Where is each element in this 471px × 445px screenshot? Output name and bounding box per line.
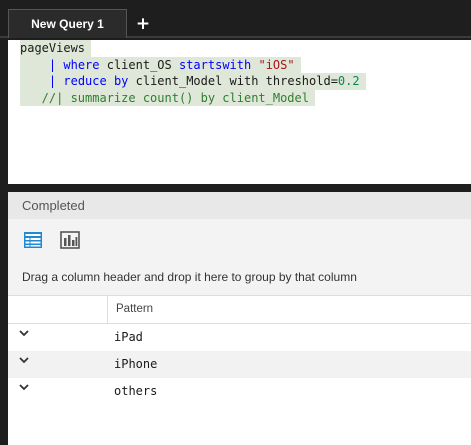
code-line[interactable]: | where client_OS startswith "iOS": [20, 56, 301, 73]
code-token: where: [63, 57, 100, 72]
add-tab-button[interactable]: +: [134, 14, 152, 34]
status-text: Completed: [22, 198, 85, 213]
chart-view-button[interactable]: [59, 229, 81, 251]
code-line[interactable]: | reduce by client_Model with threshold=…: [20, 73, 366, 90]
results-pane: Completed Drag a column header and drop …: [8, 192, 471, 445]
left-strip: [0, 0, 8, 445]
tab-bar: New Query 1 +: [0, 0, 471, 38]
code-token: client_Model with threshold=: [128, 74, 338, 88]
table-row[interactable]: iPhone: [8, 351, 471, 378]
view-toolbar: [8, 219, 471, 259]
code-token: reduce by: [63, 74, 129, 88]
table-row[interactable]: iPad: [8, 324, 471, 351]
column-header-pattern[interactable]: Pattern: [116, 303, 153, 315]
code-line[interactable]: //| summarize count() by client_Model: [20, 89, 315, 106]
table-row[interactable]: others: [8, 378, 471, 405]
chart-view-icon: [60, 231, 80, 249]
group-hint-text: Drag a column header and drop it here to…: [22, 270, 357, 284]
tab-new-query-1[interactable]: New Query 1: [8, 9, 127, 38]
table-view-icon: [24, 232, 42, 248]
query-editor[interactable]: pageViews | where client_OS startswith "…: [8, 40, 471, 184]
chevron-down-icon[interactable]: [18, 356, 30, 364]
pattern-cell: others: [114, 384, 158, 398]
query-code[interactable]: pageViews | where client_OS startswith "…: [20, 40, 366, 106]
results-grid: Pattern iPad iPhone others: [8, 295, 471, 405]
pattern-cell: iPhone: [114, 357, 158, 371]
grid-body: iPad iPhone others: [8, 324, 471, 405]
table-view-button[interactable]: [22, 229, 44, 251]
code-token: startswith: [178, 57, 252, 72]
group-by-drop-zone[interactable]: Drag a column header and drop it here to…: [8, 259, 471, 295]
code-token: pageViews: [20, 41, 86, 55]
pane-splitter[interactable]: [8, 184, 471, 192]
column-divider[interactable]: [107, 296, 108, 324]
chevron-down-icon[interactable]: [18, 329, 30, 337]
chevron-down-icon[interactable]: [18, 383, 30, 391]
code-line[interactable]: pageViews: [20, 40, 92, 57]
status-bar: Completed: [8, 192, 471, 219]
code-token: "iOS": [258, 57, 295, 72]
pattern-cell: iPad: [114, 330, 143, 344]
code-token: client_OS: [99, 57, 179, 72]
tab-label: New Query 1: [31, 17, 104, 31]
code-token: //| summarize count() by client_Model: [20, 90, 309, 105]
grid-header: Pattern: [8, 295, 471, 324]
code-token: 0.2: [337, 74, 360, 88]
